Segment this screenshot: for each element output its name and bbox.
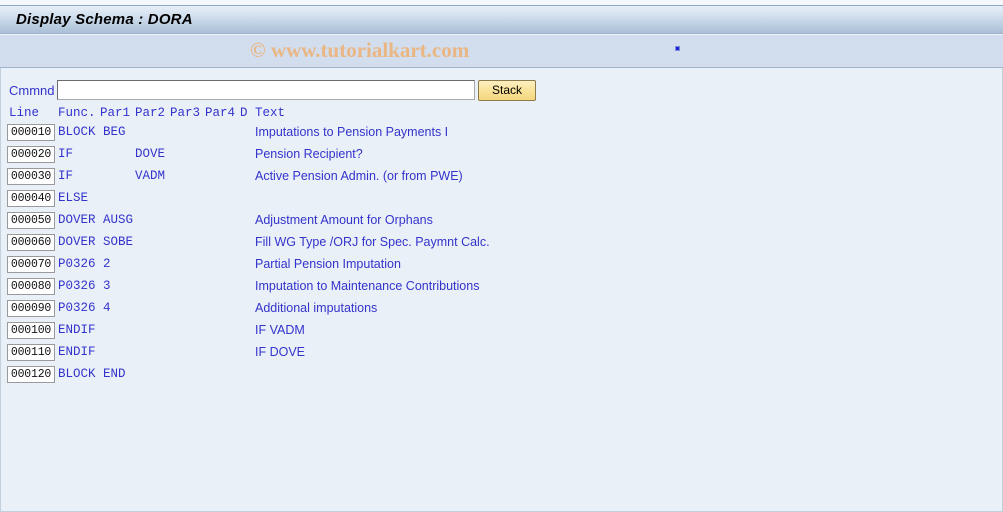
- cell-func: ELSE: [58, 191, 89, 205]
- cell-text: Imputation to Maintenance Contributions: [255, 279, 480, 293]
- cell-text: IF VADM: [255, 323, 305, 337]
- cell-func: ENDIF: [58, 345, 96, 359]
- schema-table: Line Func. Par1 Par2 Par3 Par4 D Text 00…: [1, 106, 1003, 388]
- cell-text: Pension Recipient?: [255, 147, 363, 161]
- cell-line-number[interactable]: 000050: [7, 212, 55, 229]
- table-row[interactable]: 000090 P0326 4 Additional imputations: [1, 300, 1003, 322]
- cell-func: IF: [58, 147, 74, 161]
- table-row[interactable]: 000080 P0326 3 Imputation to Maintenance C…: [1, 278, 1003, 300]
- table-header-row: Line Func. Par1 Par2 Par3 Par4 D Text: [1, 106, 1003, 124]
- title-bar: Display Schema : DORA: [0, 6, 1003, 34]
- cursor-marker-icon: [675, 46, 680, 51]
- cell-text: Fill WG Type /ORJ for Spec. Paymnt Calc.: [255, 235, 490, 249]
- cell-text: Additional imputations: [255, 301, 378, 315]
- column-header-d: D: [240, 106, 248, 120]
- column-header-func: Func.: [58, 106, 96, 120]
- command-bar: Cmmnd Stack: [1, 80, 1003, 102]
- cell-line-number[interactable]: 000080: [7, 278, 55, 295]
- cell-par2: DOVE: [135, 147, 166, 161]
- cell-text: IF DOVE: [255, 345, 306, 359]
- cell-text: Active Pension Admin. (or from PWE): [255, 169, 463, 183]
- cell-func: ENDIF: [58, 323, 96, 337]
- sap-window: Display Schema : DORA © www.tutorialkart…: [0, 0, 1003, 512]
- table-row[interactable]: 000040 ELSE: [1, 190, 1003, 212]
- cell-text: Partial Pension Imputation: [255, 257, 401, 271]
- content-panel: Cmmnd Stack Line Func. Par1 Par2 Par3 Pa…: [0, 68, 1003, 512]
- table-row[interactable]: 000020 IF DOVE Pension Recipient?: [1, 146, 1003, 168]
- table-row[interactable]: 000060 DOVER SOBE Fill WG Type /ORJ for Sp…: [1, 234, 1003, 256]
- cell-func: IF: [58, 169, 74, 183]
- cell-line-number[interactable]: 000070: [7, 256, 55, 273]
- table-row[interactable]: 000010 BLOCK BEG Imputations to Pension Pa…: [1, 124, 1003, 146]
- column-header-line: Line: [9, 106, 40, 120]
- column-header-par2: Par2: [135, 106, 166, 120]
- cell-func: P0326 2: [58, 257, 111, 271]
- cell-func: P0326 4: [58, 301, 111, 315]
- cell-line-number[interactable]: 000010: [7, 124, 55, 141]
- cell-line-number[interactable]: 000100: [7, 322, 55, 339]
- cell-func: P0326 3: [58, 279, 111, 293]
- table-row[interactable]: 000050 DOVER AUSG Adjustment Amount for Or…: [1, 212, 1003, 234]
- table-row[interactable]: 000030 IF VADM Active Pension Admin. (or fr…: [1, 168, 1003, 190]
- column-header-text: Text: [255, 106, 286, 120]
- cell-func: DOVER SOBE: [58, 235, 134, 249]
- cell-text: Adjustment Amount for Orphans: [255, 213, 433, 227]
- cell-func: BLOCK BEG: [58, 125, 126, 139]
- table-row[interactable]: 000070 P0326 2 Partial Pension Imputation: [1, 256, 1003, 278]
- watermark-text: © www.tutorialkart.com: [250, 38, 470, 62]
- column-header-par3: Par3: [170, 106, 201, 120]
- cell-func: DOVER AUSG: [58, 213, 134, 227]
- cell-line-number[interactable]: 000020: [7, 146, 55, 163]
- cell-line-number[interactable]: 000120: [7, 366, 55, 383]
- cell-line-number[interactable]: 000030: [7, 168, 55, 185]
- toolbar-band: © www.tutorialkart.com: [0, 34, 1003, 68]
- cell-line-number[interactable]: 000060: [7, 234, 55, 251]
- cell-line-number[interactable]: 000110: [7, 344, 55, 361]
- table-row[interactable]: 000110 ENDIF IF DOVE: [1, 344, 1003, 366]
- table-row[interactable]: 000100 ENDIF IF VADM: [1, 322, 1003, 344]
- page-title: Display Schema : DORA: [16, 11, 193, 28]
- column-header-par4: Par4: [205, 106, 236, 120]
- table-body: 000010 BLOCK BEG Imputations to Pension Pa…: [1, 124, 1003, 388]
- cell-line-number[interactable]: 000090: [7, 300, 55, 317]
- cell-par2: VADM: [135, 169, 166, 183]
- cell-line-number[interactable]: 000040: [7, 190, 55, 207]
- cell-text: Imputations to Pension Payments I: [255, 125, 449, 139]
- cell-func: BLOCK END: [58, 367, 126, 381]
- command-input[interactable]: [57, 80, 475, 100]
- command-label: Cmmnd: [9, 83, 55, 98]
- column-header-par1: Par1: [100, 106, 131, 120]
- table-row[interactable]: 000120 BLOCK END: [1, 366, 1003, 388]
- stack-button[interactable]: Stack: [478, 80, 536, 101]
